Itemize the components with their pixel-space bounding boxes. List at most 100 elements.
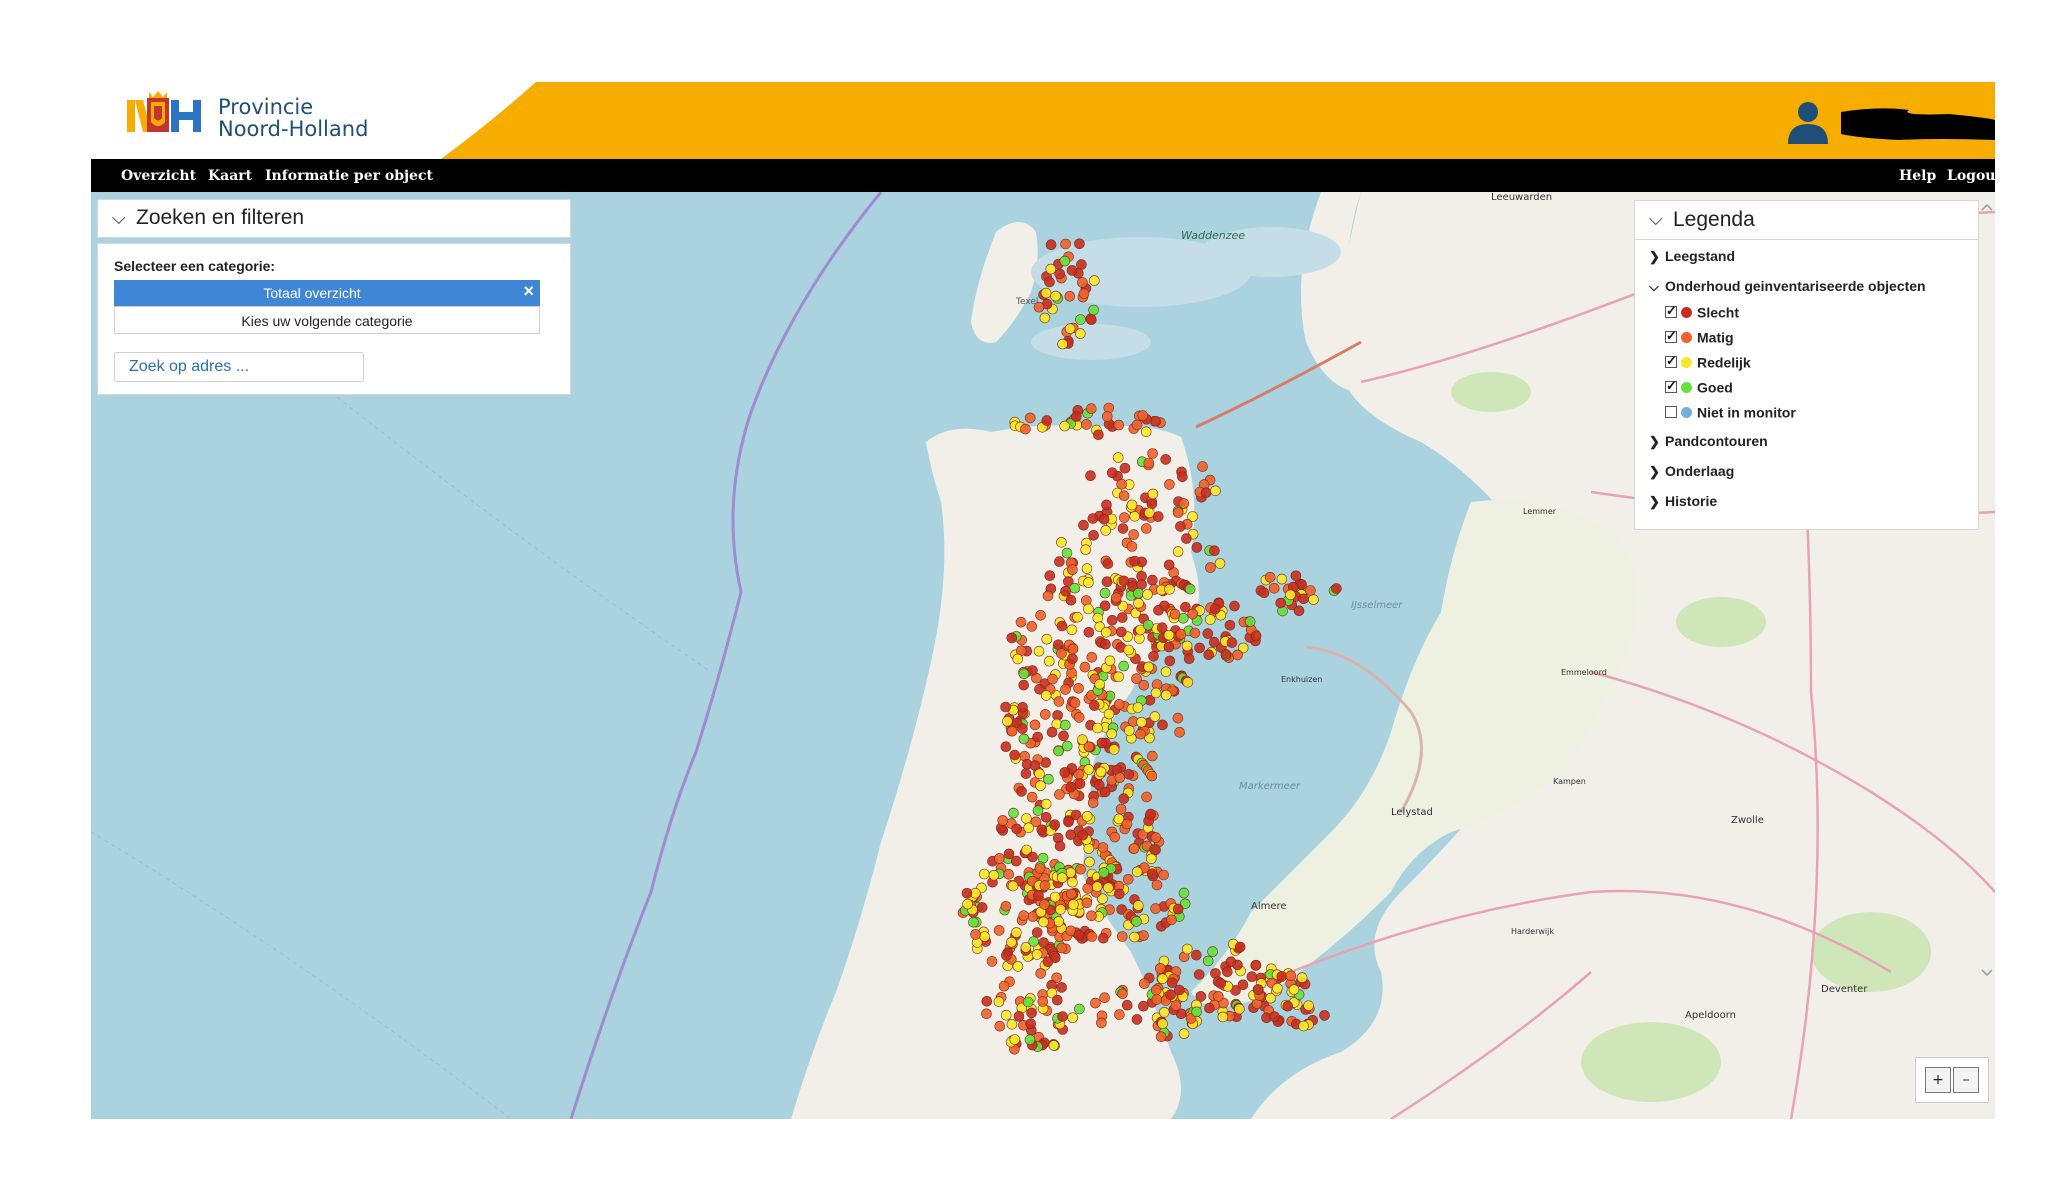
object-marker[interactable] — [1097, 932, 1109, 944]
object-marker[interactable] — [1153, 511, 1164, 522]
object-marker[interactable] — [1268, 582, 1280, 594]
object-marker[interactable] — [1232, 649, 1243, 661]
object-marker[interactable] — [1039, 880, 1051, 891]
object-marker[interactable] — [1110, 592, 1122, 604]
object-marker[interactable] — [1136, 716, 1147, 728]
object-marker[interactable] — [1210, 485, 1221, 497]
object-marker[interactable] — [1135, 728, 1146, 740]
checkbox[interactable] — [1665, 378, 1677, 394]
object-marker[interactable] — [1020, 423, 1031, 435]
object-marker[interactable] — [1119, 462, 1131, 474]
object-marker[interactable] — [1006, 936, 1017, 948]
object-marker[interactable] — [1151, 994, 1163, 1005]
object-marker[interactable] — [1074, 778, 1086, 789]
object-marker[interactable] — [1001, 950, 1012, 961]
object-marker[interactable] — [1285, 970, 1297, 982]
object-marker[interactable] — [1043, 773, 1054, 785]
object-marker[interactable] — [998, 980, 1010, 992]
object-marker[interactable] — [1103, 708, 1115, 720]
object-marker[interactable] — [1303, 1000, 1314, 1012]
object-marker[interactable] — [1081, 810, 1093, 822]
object-marker[interactable] — [1220, 649, 1232, 660]
object-marker[interactable] — [1189, 627, 1201, 639]
object-marker[interactable] — [1059, 420, 1071, 432]
object-marker[interactable] — [1022, 996, 1034, 1008]
object-marker[interactable] — [988, 869, 1000, 881]
object-marker[interactable] — [1113, 419, 1125, 431]
object-marker[interactable] — [1215, 978, 1226, 989]
legend-item-goed[interactable]: Goed — [1665, 378, 1733, 396]
object-marker[interactable] — [1049, 891, 1061, 903]
object-marker[interactable] — [1129, 510, 1140, 522]
legend-item-matig[interactable]: Matig — [1665, 328, 1734, 346]
legend-section-leegstand[interactable]: ❯ Leegstand — [1649, 248, 1735, 265]
object-marker[interactable] — [1002, 715, 1013, 727]
object-marker[interactable] — [1083, 577, 1094, 588]
object-marker[interactable] — [1073, 929, 1085, 941]
object-marker[interactable] — [1091, 881, 1103, 893]
object-marker[interactable] — [1036, 824, 1048, 836]
object-marker[interactable] — [1169, 608, 1181, 620]
object-marker[interactable] — [1024, 412, 1036, 424]
object-marker[interactable] — [1150, 687, 1162, 699]
object-marker[interactable] — [1034, 768, 1045, 780]
object-marker[interactable] — [1170, 1000, 1182, 1011]
object-marker[interactable] — [1074, 1003, 1085, 1015]
object-marker[interactable] — [1053, 916, 1065, 927]
object-marker[interactable] — [1150, 903, 1161, 914]
object-marker[interactable] — [1139, 978, 1150, 989]
object-marker[interactable] — [1083, 843, 1095, 854]
object-marker[interactable] — [1131, 866, 1143, 878]
object-marker[interactable] — [1067, 899, 1079, 910]
object-marker[interactable] — [1187, 608, 1198, 620]
object-marker[interactable] — [1106, 467, 1118, 479]
object-marker[interactable] — [1183, 653, 1195, 665]
object-marker[interactable] — [993, 996, 1005, 1008]
object-marker[interactable] — [1000, 1009, 1012, 1021]
object-marker[interactable] — [1043, 655, 1055, 667]
object-marker[interactable] — [1020, 768, 1032, 779]
object-marker[interactable] — [1029, 719, 1041, 731]
object-marker[interactable] — [1085, 470, 1096, 482]
object-marker[interactable] — [1071, 411, 1082, 422]
object-marker[interactable] — [1088, 304, 1099, 316]
object-marker[interactable] — [1129, 555, 1140, 567]
object-marker[interactable] — [1191, 949, 1202, 961]
object-marker[interactable] — [1155, 963, 1166, 974]
object-marker[interactable] — [1100, 638, 1111, 650]
object-marker[interactable] — [1151, 984, 1162, 996]
object-marker[interactable] — [1040, 798, 1052, 810]
object-marker[interactable] — [1085, 314, 1097, 325]
object-marker[interactable] — [1048, 1040, 1060, 1051]
object-marker[interactable] — [1157, 1018, 1168, 1030]
object-marker[interactable] — [1114, 888, 1125, 900]
object-marker[interactable] — [1086, 910, 1097, 922]
object-marker[interactable] — [1319, 1010, 1330, 1021]
object-marker[interactable] — [1113, 699, 1125, 710]
object-marker[interactable] — [1131, 673, 1142, 685]
object-marker[interactable] — [1018, 910, 1030, 922]
object-marker[interactable] — [1150, 416, 1162, 427]
object-marker[interactable] — [1090, 997, 1101, 1009]
search-panel-header[interactable]: ⌵ Zoeken en filteren — [97, 199, 571, 238]
object-marker[interactable] — [1144, 507, 1155, 519]
nav-overzicht[interactable]: Overzicht — [121, 168, 196, 184]
object-marker[interactable] — [1140, 426, 1152, 438]
object-marker[interactable] — [981, 995, 993, 1007]
object-marker[interactable] — [1149, 711, 1161, 722]
object-marker[interactable] — [1006, 1018, 1018, 1030]
object-marker[interactable] — [1229, 600, 1240, 612]
object-marker[interactable] — [1049, 819, 1061, 831]
object-marker[interactable] — [1026, 1007, 1037, 1019]
object-marker[interactable] — [1065, 781, 1077, 793]
object-marker[interactable] — [1021, 813, 1032, 824]
object-marker[interactable] — [1106, 614, 1118, 626]
object-marker[interactable] — [1011, 927, 1022, 938]
object-marker[interactable] — [1006, 632, 1018, 644]
object-marker[interactable] — [1158, 1006, 1170, 1018]
object-marker[interactable] — [978, 868, 990, 880]
object-marker[interactable] — [1142, 619, 1154, 631]
object-marker[interactable] — [1009, 1034, 1021, 1045]
object-marker[interactable] — [1086, 931, 1098, 942]
object-marker[interactable] — [1126, 541, 1138, 552]
